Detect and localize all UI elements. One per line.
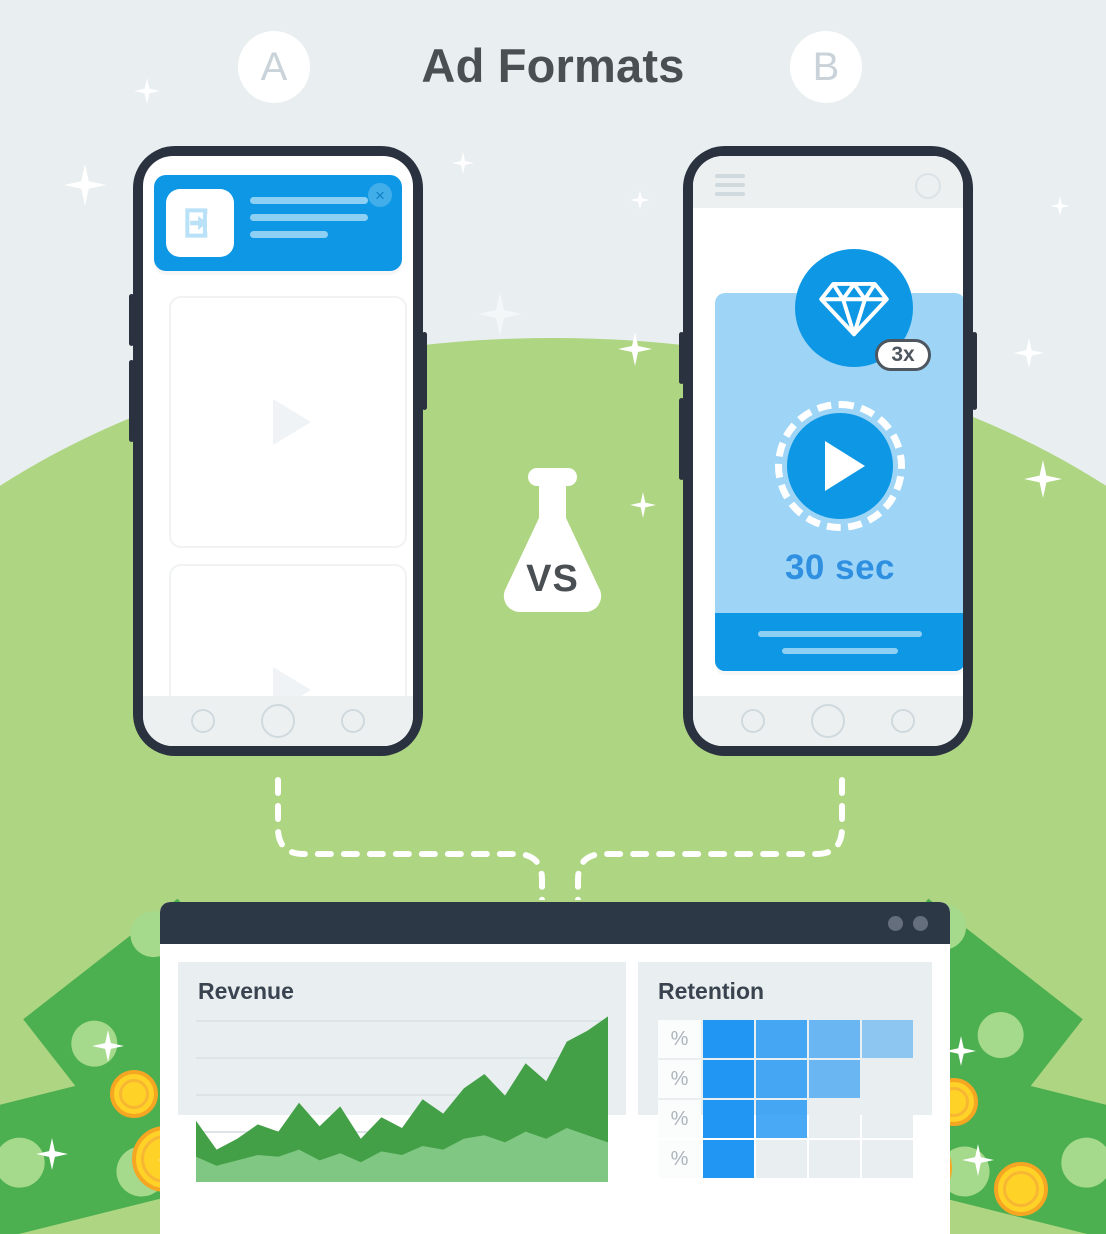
- retention-cell[interactable]: [703, 1100, 754, 1138]
- panel-title-retention: Retention: [658, 978, 765, 1004]
- phone-a: ×: [129, 146, 427, 756]
- close-icon[interactable]: ×: [368, 183, 392, 207]
- window-dot[interactable]: [913, 915, 928, 931]
- retention-cell[interactable]: [862, 1060, 913, 1098]
- phone-b-status-bar: [693, 156, 963, 208]
- phone-a-screen: ×: [143, 156, 413, 746]
- retention-heatmap: %%%%: [658, 1020, 913, 1180]
- cta-line: [782, 647, 898, 654]
- connector-lines: [275, 777, 845, 900]
- retention-row: %: [658, 1020, 913, 1058]
- banner-ad-line: [250, 231, 328, 238]
- retention-cell[interactable]: [756, 1140, 807, 1178]
- phone-a-power-button[interactable]: [129, 360, 134, 442]
- banner-ad-line: [250, 214, 368, 221]
- retention-cell[interactable]: [809, 1060, 860, 1098]
- retention-cell[interactable]: [703, 1060, 754, 1098]
- phone-a-volume-button[interactable]: [129, 294, 134, 346]
- vs-flask: VS: [485, 460, 620, 620]
- cta-line: [758, 630, 922, 637]
- window-dot[interactable]: [888, 915, 903, 931]
- retention-cell[interactable]: [756, 1020, 807, 1058]
- variant-b-badge: B: [790, 31, 862, 103]
- rewarded-video-card[interactable]: 3x 30 sec: [715, 249, 963, 671]
- retention-row-label: %: [658, 1020, 701, 1058]
- nav-home-circle[interactable]: [811, 704, 845, 738]
- retention-row-label: %: [658, 1140, 701, 1178]
- video-play-control[interactable]: [775, 401, 905, 531]
- page-title: Ad Formats: [421, 39, 685, 92]
- retention-row-label: %: [658, 1060, 701, 1098]
- nav-home-circle[interactable]: [261, 704, 295, 738]
- phone-a-side-button-right[interactable]: [422, 332, 427, 410]
- retention-row: %: [658, 1100, 913, 1138]
- coin-icon: [110, 1070, 158, 1118]
- retention-cell[interactable]: [809, 1100, 860, 1138]
- variant-a-label: A: [260, 44, 288, 89]
- diamond-icon: [819, 281, 889, 337]
- phone-b-side-button-right[interactable]: [972, 332, 977, 410]
- play-triangle-icon: [273, 399, 311, 445]
- retention-row: %: [658, 1060, 913, 1098]
- variant-b-label: B: [812, 44, 840, 89]
- video-duration-label: 30 sec: [784, 548, 896, 587]
- retention-row: %: [658, 1140, 913, 1178]
- retention-cell[interactable]: [809, 1140, 860, 1178]
- phone-b-power-button[interactable]: [679, 398, 684, 480]
- vs-label: VS: [526, 558, 579, 600]
- phone-b: 3x 30 sec: [679, 146, 977, 756]
- coin-icon: [994, 1162, 1048, 1216]
- phone-b-screen: 3x 30 sec: [693, 156, 963, 746]
- multiplier-label: 3x: [891, 343, 915, 366]
- play-icon[interactable]: [787, 413, 893, 519]
- panel-title-revenue: Revenue: [198, 978, 294, 1004]
- nav-recents-circle[interactable]: [341, 709, 365, 733]
- app-install-icon-tile: [166, 189, 234, 257]
- close-glyph: ×: [375, 185, 385, 205]
- banner-ad-line: [250, 197, 368, 204]
- revenue-area-chart: [196, 1016, 608, 1182]
- dashboard-title-bar: [160, 902, 950, 944]
- nav-recents-circle[interactable]: [891, 709, 915, 733]
- content-card[interactable]: [169, 296, 407, 548]
- retention-cell[interactable]: [703, 1140, 754, 1178]
- retention-cell[interactable]: [703, 1020, 754, 1058]
- phone-b-volume-button[interactable]: [679, 332, 684, 384]
- variant-a-badge: A: [238, 31, 310, 103]
- phone-b-navbar: [693, 696, 963, 746]
- retention-cell[interactable]: [756, 1060, 807, 1098]
- phone-a-navbar: [143, 696, 413, 746]
- hamburger-menu-icon[interactable]: [715, 174, 745, 201]
- profile-circle-icon[interactable]: [915, 173, 941, 199]
- nav-back-circle[interactable]: [191, 709, 215, 733]
- banner-ad-text-lines: [250, 197, 368, 248]
- install-arrow-icon: [185, 208, 208, 238]
- nav-back-circle[interactable]: [741, 709, 765, 733]
- retention-cell[interactable]: [809, 1020, 860, 1058]
- retention-row-label: %: [658, 1100, 701, 1138]
- panel-revenue: Revenue: [178, 962, 626, 1182]
- retention-cell[interactable]: [756, 1100, 807, 1138]
- panel-retention: Retention %%%%: [638, 962, 932, 1178]
- multiplier-badge: 3x: [875, 339, 931, 371]
- cta-bar[interactable]: [715, 613, 963, 671]
- illustration-canvas: Ad Formats A B × 3x 30 sec VS Revenue Re…: [0, 0, 1106, 1234]
- retention-cell[interactable]: [862, 1100, 913, 1138]
- retention-cell[interactable]: [862, 1020, 913, 1058]
- analytics-dashboard-window: Revenue Retention %%%%: [160, 902, 950, 1234]
- banner-ad[interactable]: ×: [154, 175, 402, 271]
- retention-cell[interactable]: [862, 1140, 913, 1178]
